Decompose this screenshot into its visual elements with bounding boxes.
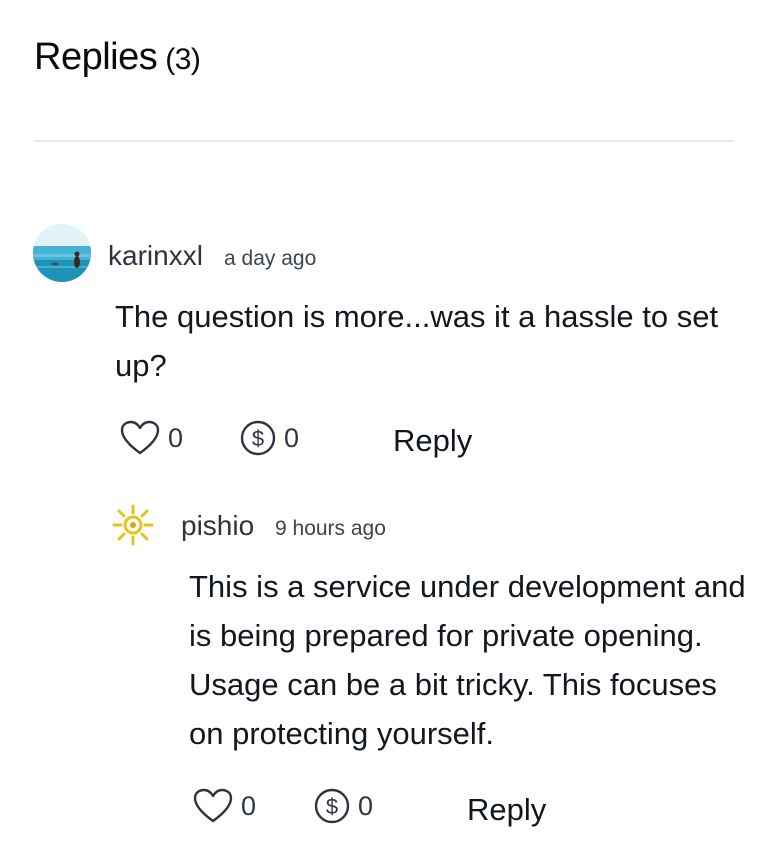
comment-timestamp: 9 hours ago — [275, 517, 386, 540]
replies-title: Replies — [34, 36, 158, 78]
tip-count: 0 — [358, 790, 374, 821]
header-divider — [34, 140, 734, 142]
user-avatar[interactable] — [110, 502, 156, 548]
like-count: 0 — [241, 790, 257, 821]
like-button[interactable]: 0 — [120, 418, 183, 458]
like-button[interactable]: 0 — [193, 786, 256, 826]
comment-timestamp: a day ago — [224, 247, 317, 270]
tip-button[interactable]: $ 0 — [314, 786, 373, 826]
svg-text:$: $ — [252, 426, 264, 451]
reply-button[interactable]: Reply — [467, 792, 546, 828]
replies-header: Replies (3) — [34, 36, 201, 79]
tip-count: 0 — [284, 422, 300, 453]
user-avatar[interactable] — [33, 224, 91, 282]
tip-button[interactable]: $ 0 — [240, 418, 299, 458]
comment-body: The question is more...was it a hassle t… — [115, 299, 719, 383]
heart-icon — [120, 420, 160, 456]
reply-button[interactable]: Reply — [393, 423, 472, 459]
comment-username[interactable]: pishio — [181, 510, 254, 542]
like-count: 0 — [168, 422, 184, 453]
beach-photo-avatar-icon — [33, 224, 91, 282]
comment-body: This is a service under development and … — [189, 569, 746, 751]
dollar-circle-icon: $ — [314, 788, 350, 824]
dollar-circle-icon: $ — [240, 420, 276, 456]
heart-icon — [193, 788, 233, 824]
sun-logo-avatar-icon — [112, 504, 154, 546]
comment-username[interactable]: karinxxl — [108, 240, 203, 272]
svg-text:$: $ — [326, 794, 338, 819]
replies-count: (3) — [165, 43, 201, 76]
